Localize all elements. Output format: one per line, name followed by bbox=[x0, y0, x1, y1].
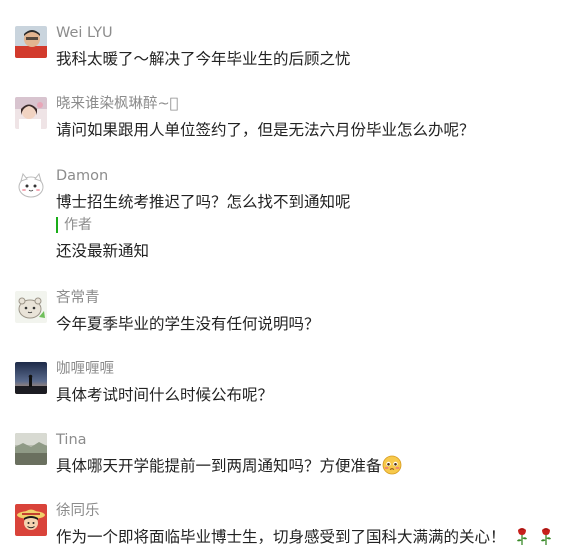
comment-text: 作为一个即将面临毕业博士生，切身感受到了国科大满满的关心！ bbox=[56, 526, 554, 548]
comment-text: 我科太暖了～解决了今年毕业生的后顾之忧 bbox=[56, 50, 351, 68]
rose-emoji bbox=[516, 528, 527, 545]
comment-username[interactable]: 咖喱喱喱 bbox=[56, 360, 114, 378]
reply-text: 还没最新通知 bbox=[56, 242, 150, 260]
comment-text: 今年夏季毕业的学生没有任何说明吗？ bbox=[56, 315, 320, 333]
comment-username[interactable]: 吝常青 bbox=[56, 289, 100, 307]
rose-emoji bbox=[540, 528, 551, 545]
user-avatar[interactable] bbox=[15, 169, 47, 201]
comment-text: 具体哪天开学能提前一到两周通知吗？方便准备 bbox=[56, 455, 402, 477]
comment-text: 请问如果跟用人单位签约了，但是无法六月份毕业怎么办呢？ bbox=[56, 121, 475, 139]
comment-list: Wei LYU 我科太暖了～解决了今年毕业生的后顾之忧 晓来谁染枫琳醉~􏰀 请问… bbox=[0, 0, 575, 546]
comment-text-content: 作为一个即将面临毕业博士生，切身感受到了国科大满满的关心！ bbox=[56, 528, 506, 546]
comment-username[interactable]: 晓来谁染枫琳醉~􏰀 bbox=[56, 95, 178, 113]
reply-author-label: 作者 bbox=[56, 217, 92, 233]
comment-text: 具体考试时间什么时候公布呢？ bbox=[56, 386, 274, 404]
comment-username[interactable]: Wei LYU bbox=[56, 24, 113, 42]
user-avatar[interactable] bbox=[15, 504, 47, 536]
comment-text: 博士招生统考推迟了吗？怎么找不到通知呢 bbox=[56, 193, 351, 211]
comment-username[interactable]: Damon bbox=[56, 167, 108, 185]
comment-username[interactable]: 徐同乐 bbox=[56, 502, 100, 520]
user-avatar[interactable] bbox=[15, 26, 47, 58]
pleading-face-emoji bbox=[382, 455, 401, 475]
comment-text-content: 具体哪天开学能提前一到两周通知吗？方便准备 bbox=[56, 457, 382, 475]
user-avatar[interactable] bbox=[15, 291, 47, 323]
comment-username[interactable]: Tina bbox=[56, 431, 87, 449]
user-avatar[interactable] bbox=[15, 433, 47, 465]
user-avatar[interactable] bbox=[15, 97, 47, 129]
user-avatar[interactable] bbox=[15, 362, 47, 394]
